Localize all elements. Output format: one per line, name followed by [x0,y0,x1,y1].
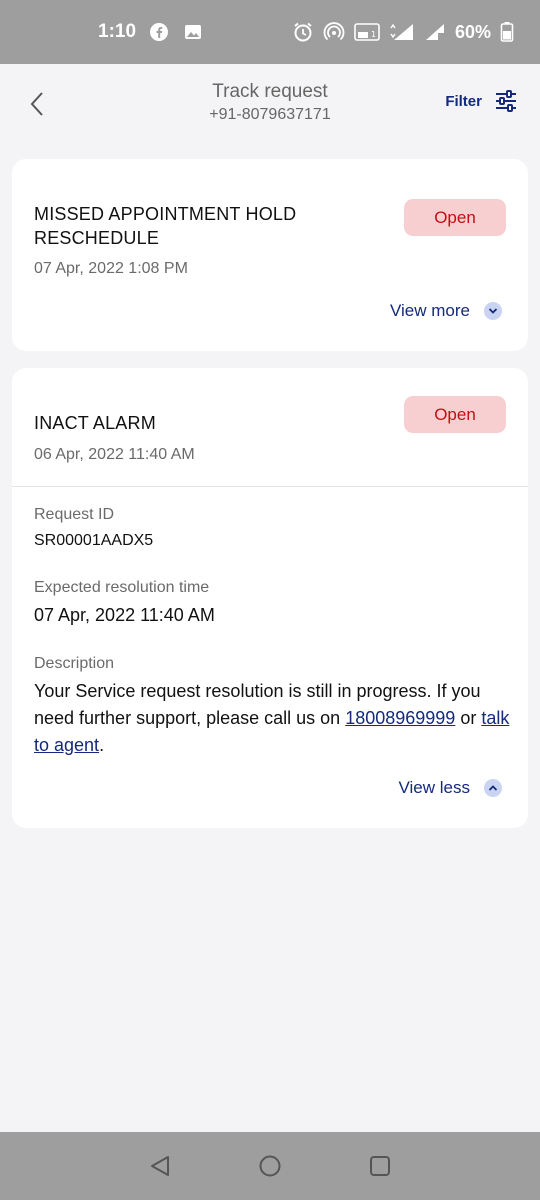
view-more-label: View more [390,301,470,320]
phone-link[interactable]: 18008969999 [345,708,455,728]
volte-icon: 1 [354,21,380,43]
status-time: 1:10 [98,21,137,42]
square-recents-icon [370,1156,390,1176]
navigation-bar [0,1132,540,1200]
nav-back-button[interactable] [148,1154,172,1178]
view-less-label: View less [398,778,471,797]
nav-home-button[interactable] [258,1154,282,1178]
request-card: MISSED APPOINTMENT HOLD RESCHEDULE Open … [12,159,528,351]
battery-percent: 60% [454,21,491,42]
request-title: INACT ALARM [34,413,156,433]
divider [12,486,528,487]
roaming-signal-icon [424,21,446,43]
request-id-value: SR00001AADX5 [34,532,154,549]
circle-home-icon [259,1155,281,1177]
filter-label: Filter [445,92,482,110]
nav-recents-button[interactable] [368,1154,392,1178]
header: Track request +91-8079637171 Filter [0,64,540,144]
hotspot-icon [323,21,345,43]
status-badge: Open [404,396,506,433]
request-date: 06 Apr, 2022 11:40 AM [34,446,195,463]
status-badge: Open [404,199,506,236]
request-date: 07 Apr, 2022 1:08 PM [34,260,188,277]
alarm-icon [292,21,314,43]
4g-signal-icon [389,21,415,43]
resolution-time-label: Expected resolution time [34,579,210,596]
view-more-button[interactable]: View more [390,301,502,321]
facebook-icon [148,21,170,43]
status-right: 1 60% [292,0,514,64]
description-label: Description [34,655,115,672]
svg-text:1: 1 [371,30,376,39]
triangle-back-icon [151,1156,169,1176]
request-id-label: Request ID [34,506,115,523]
status-bar: 1:10 1 60% [0,0,540,64]
resolution-time-value: 07 Apr, 2022 11:40 AM [34,605,215,625]
image-icon [182,21,204,43]
period-text: . [99,735,105,755]
status-left: 1:10 [98,0,204,64]
chevron-up-icon [484,779,502,797]
view-less-button[interactable]: View less [398,778,502,798]
chevron-down-icon [484,302,502,320]
sliders-icon [496,90,516,112]
request-card: INACT ALARM Open 06 Apr, 2022 11:40 AM R… [12,368,528,828]
description-text: Your Service request resolution is still… [34,678,514,759]
battery-icon [500,21,514,43]
or-text: or [455,708,482,728]
request-title: MISSED APPOINTMENT HOLD RESCHEDULE [34,204,297,248]
filter-button[interactable]: Filter [445,90,518,112]
